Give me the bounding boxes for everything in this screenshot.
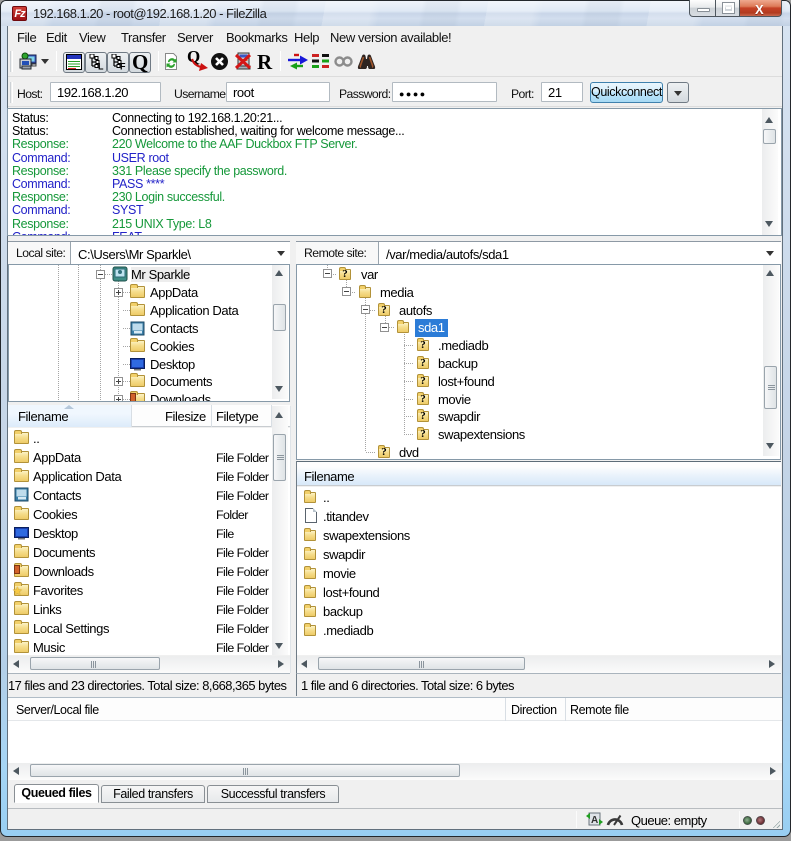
- svg-text:A: A: [591, 815, 598, 826]
- svg-text:L: L: [98, 62, 104, 71]
- svg-text:F: F: [120, 62, 126, 71]
